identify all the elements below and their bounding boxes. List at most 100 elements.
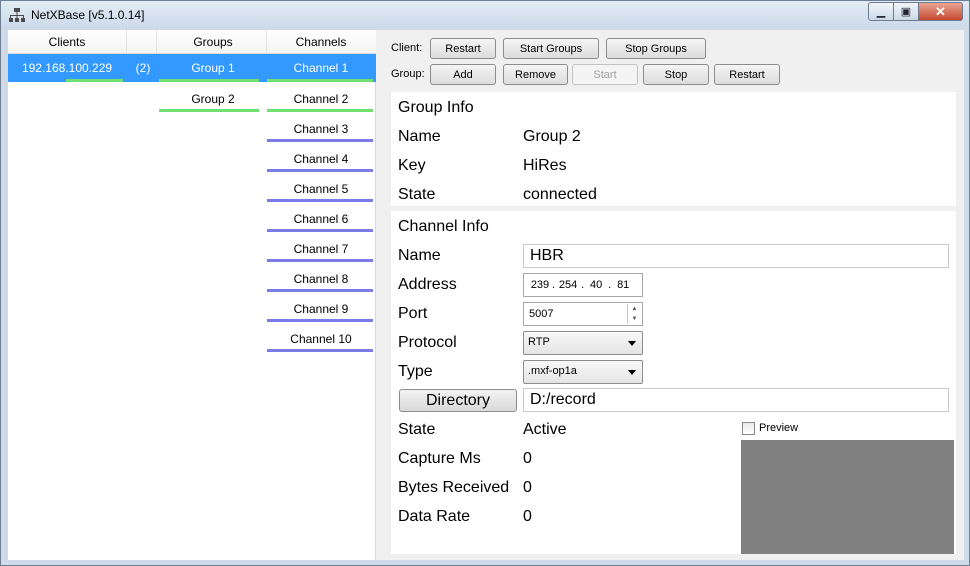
start-groups-button[interactable]: Start Groups (503, 38, 599, 59)
protocol-value: RTP (528, 336, 550, 348)
channel-status-bar (267, 199, 373, 202)
column-clients[interactable]: Clients (8, 35, 126, 49)
address-octet[interactable]: 254 (555, 279, 581, 291)
window-title: NetXBase [v5.1.0.14] (31, 8, 145, 22)
channel-item[interactable]: Channel 9 (266, 302, 376, 316)
spin-down-icon[interactable]: ▼ (628, 314, 641, 324)
channel-status-bar (267, 319, 373, 322)
address-octet[interactable]: 239 (528, 279, 552, 291)
preview-label[interactable]: Preview (759, 422, 798, 434)
channel-item[interactable]: Channel 2 (266, 92, 376, 106)
address-octet[interactable]: 40 (584, 279, 608, 291)
address-octet[interactable]: 81 (611, 279, 635, 291)
group-status-bar (159, 79, 259, 82)
channel-item[interactable]: Channel 8 (266, 272, 376, 286)
channel-name-input[interactable]: HBR (523, 244, 949, 268)
chevron-down-icon (628, 341, 636, 346)
directory-input[interactable]: D:/record (523, 388, 949, 412)
port-label: Port (398, 305, 428, 322)
start-group-button[interactable]: Start (572, 64, 638, 85)
network-icon (9, 8, 25, 22)
window-controls: ▁ ▣ ✕ (868, 2, 963, 21)
channel-state-label: State (398, 421, 436, 438)
channel-info-box: Channel Info Name HBR Address 239 . 254 … (391, 211, 956, 554)
type-label: Type (398, 363, 433, 380)
channel-status-bar (267, 109, 373, 112)
tree-view[interactable]: Clients Groups Channels 192.168.100.229 … (8, 30, 376, 560)
client-area: Clients Groups Channels 192.168.100.229 … (8, 30, 964, 560)
details-panel: Client: Restart Start Groups Stop Groups… (377, 30, 964, 560)
protocol-select[interactable]: RTP (523, 331, 643, 355)
capture-ms-value: 0 (523, 450, 532, 467)
channel-state-value: Active (523, 421, 567, 438)
preview-checkbox[interactable] (742, 422, 755, 435)
close-button[interactable]: ✕ (919, 2, 963, 21)
port-value[interactable]: 5007 (529, 308, 553, 320)
minimize-button[interactable]: ▁ (868, 2, 894, 21)
channel-status-bar (267, 259, 373, 262)
remove-group-button[interactable]: Remove (503, 64, 568, 85)
column-divider[interactable] (156, 30, 157, 54)
app-window: NetXBase [v5.1.0.14] ▁ ▣ ✕ Clients Group… (0, 0, 970, 566)
channel-status-bar (267, 349, 373, 352)
client-address[interactable]: 192.168.100.229 (8, 61, 126, 75)
channel-status-bar (267, 139, 373, 142)
tree-header: Clients Groups Channels (8, 30, 376, 54)
add-group-button[interactable]: Add (430, 64, 496, 85)
minimize-icon: ▁ (876, 6, 886, 18)
port-stepper[interactable]: 5007 ▲ ▼ (523, 302, 643, 326)
client-restart-button[interactable]: Restart (430, 38, 496, 59)
port-spin-buttons[interactable]: ▲ ▼ (627, 304, 641, 324)
column-channels[interactable]: Channels (266, 35, 376, 49)
spin-up-icon[interactable]: ▲ (628, 304, 641, 314)
channel-info-heading: Channel Info (398, 218, 489, 235)
group-key-value: HiRes (523, 157, 567, 174)
group-key-label: Key (398, 157, 426, 174)
selected-row[interactable]: 192.168.100.229 (2) Group 1 Channel 1 (8, 54, 376, 82)
maximize-button[interactable]: ▣ (894, 2, 919, 21)
stop-group-button[interactable]: Stop (643, 64, 709, 85)
channel-item[interactable]: Channel 7 (266, 242, 376, 256)
type-select[interactable]: .mxf-op1a (523, 360, 643, 384)
capture-ms-label: Capture Ms (398, 450, 481, 467)
group-state-label: State (398, 186, 436, 203)
channel-item[interactable]: Channel 10 (266, 332, 376, 346)
client-toolbar-label: Client: (391, 42, 423, 54)
channel-item[interactable]: Channel 5 (266, 182, 376, 196)
stop-groups-button[interactable]: Stop Groups (606, 38, 706, 59)
chevron-down-icon (628, 370, 636, 375)
directory-button[interactable]: Directory (399, 389, 517, 412)
data-rate-label: Data Rate (398, 508, 471, 525)
channel-item[interactable]: Channel 1 (266, 61, 376, 75)
group-name-value: Group 2 (523, 128, 581, 145)
channel-name-label: Name (398, 247, 441, 264)
channel-status-bar (267, 169, 373, 172)
group-state-value: connected (523, 186, 597, 203)
column-groups[interactable]: Groups (158, 35, 268, 49)
type-value: .mxf-op1a (528, 365, 577, 377)
group-status-bar (159, 109, 259, 112)
group-item[interactable]: Group 2 (158, 92, 268, 106)
group-toolbar-label: Group: (391, 68, 425, 80)
protocol-label: Protocol (398, 334, 457, 351)
client-group-count: (2) (135, 61, 151, 75)
channel-status-bar (267, 229, 373, 232)
channel-item[interactable]: Channel 4 (266, 152, 376, 166)
close-icon: ✕ (935, 3, 946, 19)
channel-item[interactable]: Channel 6 (266, 212, 376, 226)
channel-status-bar (267, 289, 373, 292)
channel-status-bar (267, 79, 373, 82)
group-name-label: Name (398, 128, 441, 145)
maximize-icon: ▣ (900, 6, 912, 18)
preview-pane (741, 440, 954, 554)
restart-group-button[interactable]: Restart (714, 64, 780, 85)
group-item[interactable]: Group 1 (158, 61, 268, 75)
title-bar[interactable]: NetXBase [v5.1.0.14] ▁ ▣ ✕ (1, 1, 969, 29)
column-divider[interactable] (126, 30, 127, 54)
group-info-box: Group Info Name Group 2 Key HiRes State … (391, 92, 956, 206)
channel-item[interactable]: Channel 3 (266, 122, 376, 136)
address-label: Address (398, 276, 457, 293)
client-status-bar (66, 79, 123, 82)
address-input[interactable]: 239 . 254 . 40 . 81 (523, 273, 643, 297)
bytes-received-value: 0 (523, 479, 532, 496)
